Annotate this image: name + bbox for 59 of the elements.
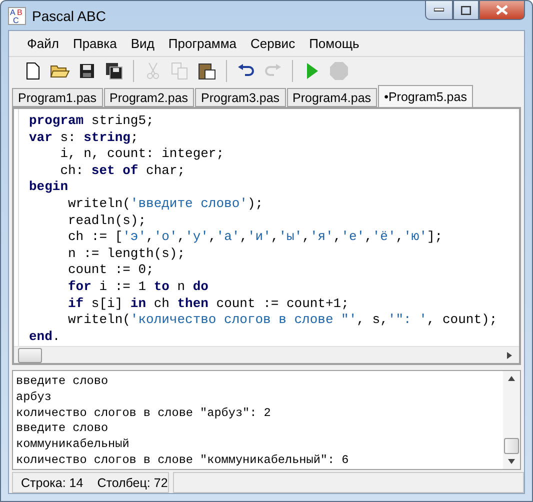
up-arrow-icon[interactable]	[508, 375, 515, 382]
output-line: введите слово	[16, 421, 110, 438]
output-line: количество слогов в слове "арбуз": 2	[16, 406, 272, 422]
menu-item[interactable]: Правка	[66, 34, 123, 53]
scissors-icon	[146, 62, 160, 80]
menu-item[interactable]: Вид	[124, 34, 160, 53]
scrollbar-thumb[interactable]	[504, 438, 519, 454]
window-title: Pascal ABC	[32, 8, 106, 24]
code-line: ch: set of char;	[59, 162, 186, 180]
output-line: введите слово	[16, 374, 110, 390]
code-line: if s[i] in ch then count := count+1;	[67, 296, 350, 312]
horizontal-scrollbar[interactable]	[14, 346, 519, 363]
output-line: количество слогов в слове "коммуникабельный": 6	[16, 452, 350, 469]
output-line: коммуникабельный	[16, 437, 130, 453]
file-tab[interactable]: Program1.pas	[12, 88, 103, 107]
code-line: program string5;	[29, 113, 155, 130]
scrollbar-thumb[interactable]	[18, 348, 42, 362]
code-line: count := 0;	[67, 262, 155, 279]
close-icon	[496, 5, 508, 15]
file-tab[interactable]: Program4.pas	[286, 88, 378, 107]
maximize-button[interactable]	[453, 1, 479, 20]
column-number: Столбец: 72	[97, 476, 168, 490]
app-logo-icon: A B C	[8, 6, 26, 24]
minimize-button[interactable]	[425, 1, 453, 20]
line-number: Строка: 14	[21, 476, 84, 490]
code-line: var s: string;	[29, 130, 140, 146]
file-tab[interactable]: •Program5.pas	[378, 85, 473, 107]
blank-page-icon	[25, 62, 41, 80]
code-editor[interactable]	[12, 107, 521, 365]
right-arrow-icon[interactable]	[506, 352, 513, 358]
code-line: end.	[29, 328, 62, 346]
menu-item[interactable]: Программа	[162, 34, 243, 53]
stop-sign-icon	[329, 61, 349, 81]
menu-item[interactable]: Файл	[21, 34, 65, 53]
output-line: арбуз	[16, 390, 52, 406]
folder-icon	[50, 63, 70, 79]
copy-icon	[171, 62, 189, 80]
close-button[interactable]	[479, 1, 525, 20]
code-line: for i := 1 to n do	[67, 278, 210, 296]
clipboard-icon	[198, 62, 216, 80]
minimize-icon	[434, 8, 444, 12]
undo-arrow-icon	[237, 64, 255, 78]
file-tab[interactable]: Program3.pas	[195, 88, 286, 107]
menu-item[interactable]: Помощь	[303, 34, 366, 53]
code-line: begin	[29, 179, 70, 196]
code-line: readln(s);	[67, 212, 148, 230]
play-icon	[305, 62, 319, 80]
vertical-scrollbar[interactable]	[503, 371, 520, 469]
redo-arrow-icon	[264, 64, 282, 78]
code-line: ch := ['э','о','у','а','и','ы','я','е','ё','ю'];	[67, 229, 444, 246]
code-line: n := length(s);	[67, 246, 186, 262]
maximize-icon	[461, 6, 471, 14]
code-line: writeln('введите слово');	[67, 196, 264, 213]
code-line: writeln('количество слогов в слове "', s,'": ', count);	[67, 312, 498, 329]
code-line: i, n, count: integer;	[59, 146, 226, 163]
file-tab[interactable]: Program2.pas	[104, 88, 194, 107]
floppy-disks-icon	[105, 62, 123, 80]
down-arrow-icon[interactable]	[508, 458, 515, 465]
menu-item[interactable]: Сервис	[244, 34, 302, 53]
